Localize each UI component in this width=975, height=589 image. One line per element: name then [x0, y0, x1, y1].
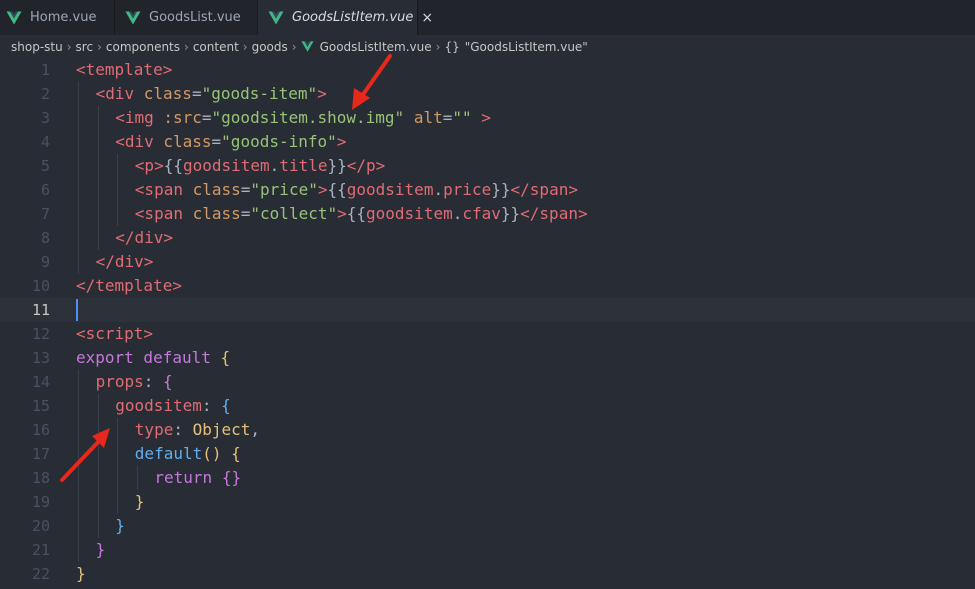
annotation-arrows: [60, 54, 392, 482]
red-arrow-top: [352, 54, 392, 110]
red-arrow-bottom: [60, 428, 110, 482]
